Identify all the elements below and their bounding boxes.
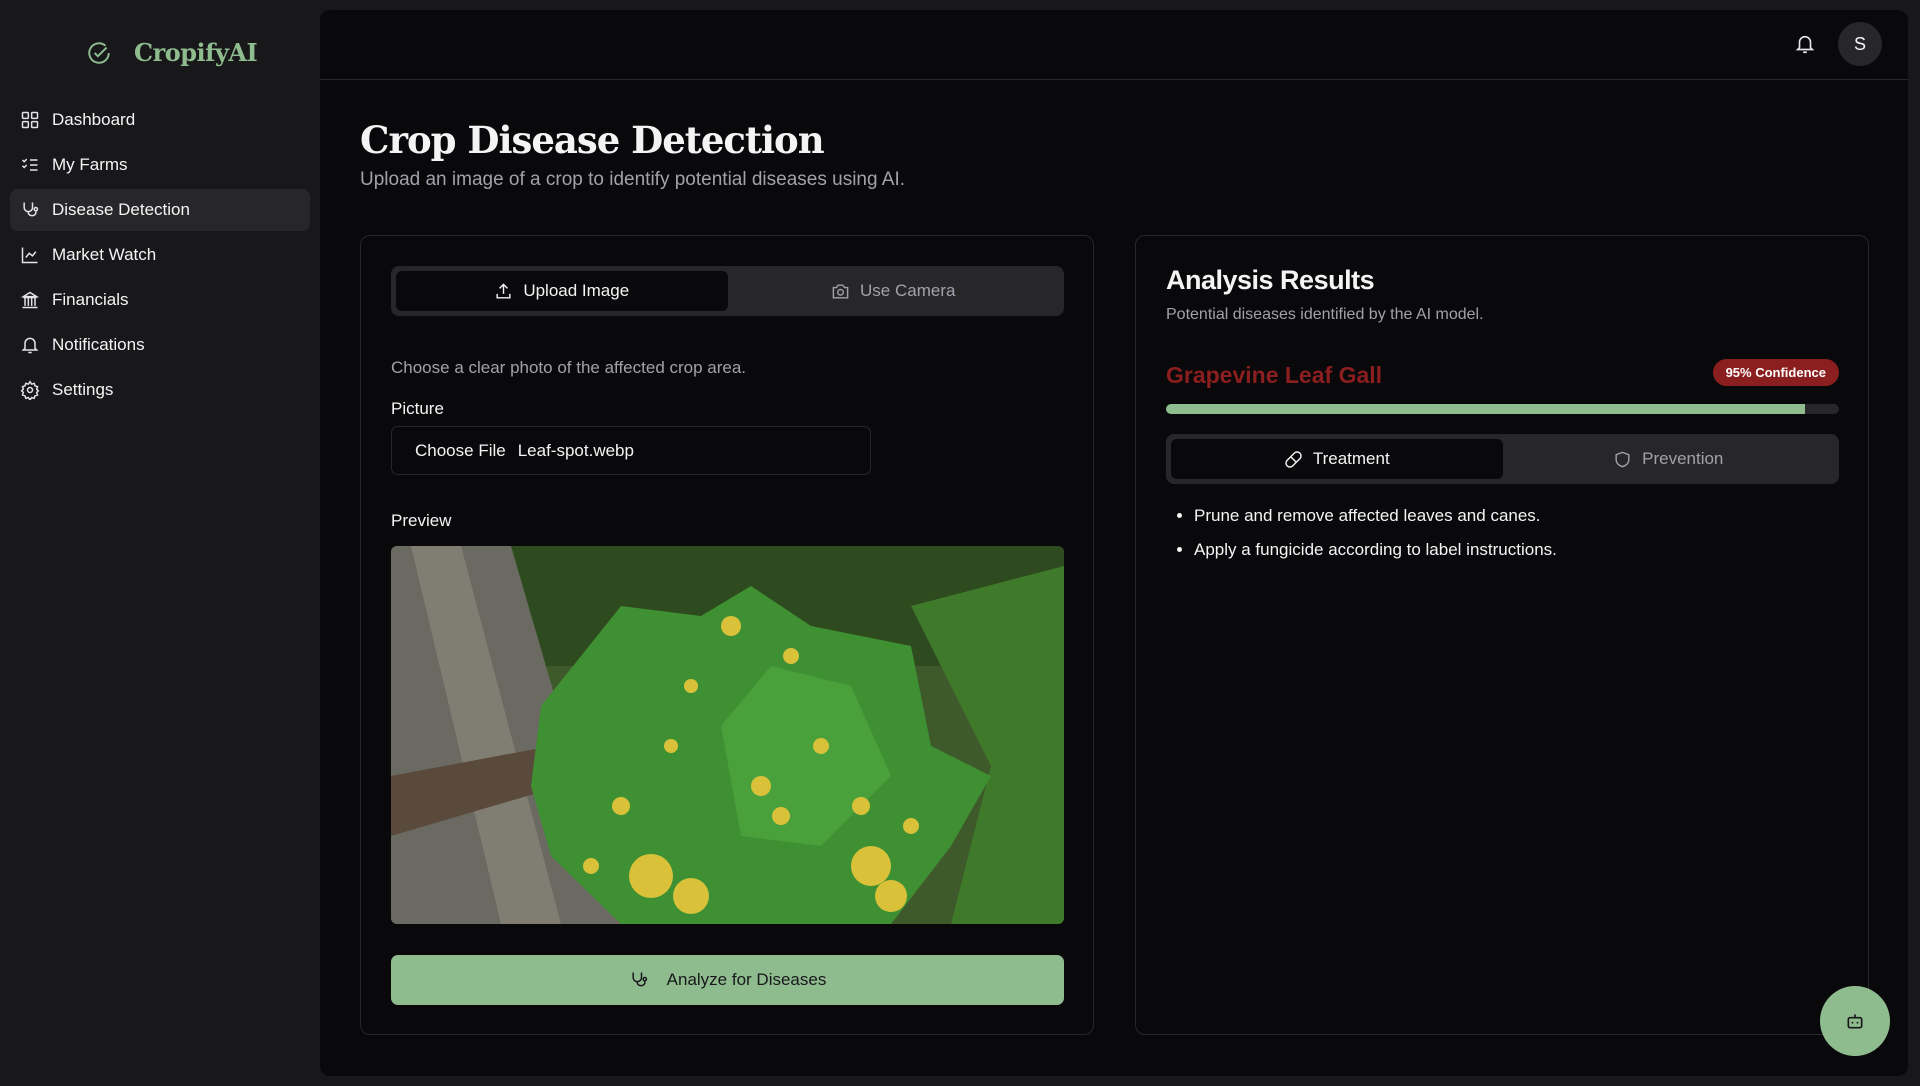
chatbot-button[interactable] <box>1820 986 1890 1056</box>
top-header <box>320 10 1908 80</box>
analyze-label: Analyze for Diseases <box>666 970 827 989</box>
bell-icon[interactable] <box>1794 33 1816 55</box>
stethoscope-icon <box>632 972 647 987</box>
confidence-badge: 95% Confidence <box>1712 359 1839 386</box>
stethoscope-icon <box>23 202 39 217</box>
upload-hint: Choose a clear photo of the affected cro… <box>391 358 747 377</box>
sidebar-item-label: Settings <box>52 380 114 399</box>
sidebar-item-label: Notifications <box>52 335 145 354</box>
preview-label: Preview <box>391 511 452 530</box>
camera-icon <box>832 283 849 299</box>
sidebar-item-label: My Farms <box>52 155 128 174</box>
gear-icon <box>20 380 40 400</box>
logo[interactable]: CropifyAI <box>86 38 258 67</box>
sidebar-item-label: Disease Detection <box>52 200 190 219</box>
list-check-icon <box>21 158 38 171</box>
sidebar-item-label: Financials <box>52 290 129 309</box>
tab-use-camera[interactable]: Use Camera <box>728 271 1060 311</box>
confidence-bar <box>1166 404 1839 414</box>
analyze-button[interactable]: Analyze for Diseases <box>391 955 1064 1005</box>
tab-upload-image[interactable]: Upload Image <box>396 271 728 311</box>
sidebar-item-label: Market Watch <box>52 245 157 264</box>
tab-label: Prevention <box>1642 449 1724 468</box>
treatment-list: Prune and remove affected leaves and can… <box>1170 506 1557 574</box>
pill-icon <box>1285 450 1302 468</box>
sidebar-item-market-watch[interactable]: Market Watch <box>10 234 310 276</box>
sidebar-item-disease-detection[interactable]: Disease Detection <box>10 189 310 231</box>
picture-label: Picture <box>391 399 444 418</box>
list-item: Prune and remove affected leaves and can… <box>1194 506 1557 526</box>
sidebar-item-financials[interactable]: Financials <box>10 279 310 321</box>
sidebar-item-notifications[interactable]: Notifications <box>10 324 310 366</box>
list-item: Apply a fungicide according to label ins… <box>1194 540 1557 560</box>
sidebar-item-my-farms[interactable]: My Farms <box>10 144 310 186</box>
results-tabs: Treatment Prevention <box>1166 434 1839 484</box>
choose-file-button[interactable]: Choose File <box>415 441 506 461</box>
app-name: CropifyAI <box>134 38 258 67</box>
upload-tabs: Upload Image Use Camera <box>391 266 1064 316</box>
sidebar: CropifyAI Dashboard My Farms Disease Det… <box>0 0 320 1086</box>
results-subtitle: Potential diseases identified by the AI … <box>1166 306 1484 323</box>
file-name: Leaf-spot.webp <box>517 440 634 460</box>
grid-icon <box>21 111 39 129</box>
page-title: Crop Disease Detection <box>360 118 825 162</box>
leaf-check-icon <box>88 41 110 64</box>
sidebar-item-settings[interactable]: Settings <box>10 369 310 411</box>
bell-icon <box>21 337 39 354</box>
upload-icon <box>496 282 511 299</box>
file-input[interactable]: Choose File Leaf-spot.webp <box>391 426 871 475</box>
page-subtitle: Upload an image of a crop to identify po… <box>360 169 906 190</box>
disease-name: Grapevine Leaf Gall <box>1166 362 1383 388</box>
tab-treatment[interactable]: Treatment <box>1171 439 1503 479</box>
shield-icon <box>1615 451 1630 467</box>
tab-label: Use Camera <box>860 281 956 300</box>
tab-label: Treatment <box>1312 449 1390 468</box>
bot-icon <box>1847 1014 1863 1029</box>
confidence-bar-fill <box>1166 404 1806 414</box>
bank-icon <box>20 291 40 309</box>
results-title: Analysis Results <box>1166 265 1375 295</box>
tab-label: Upload Image <box>523 281 630 300</box>
preview-image <box>391 546 1064 924</box>
avatar[interactable]: S <box>1838 22 1882 66</box>
sidebar-item-dashboard[interactable]: Dashboard <box>10 99 310 141</box>
sidebar-item-label: Dashboard <box>52 110 136 129</box>
results-card <box>1135 235 1869 1035</box>
chart-icon <box>21 247 38 264</box>
tab-prevention[interactable]: Prevention <box>1503 439 1835 479</box>
